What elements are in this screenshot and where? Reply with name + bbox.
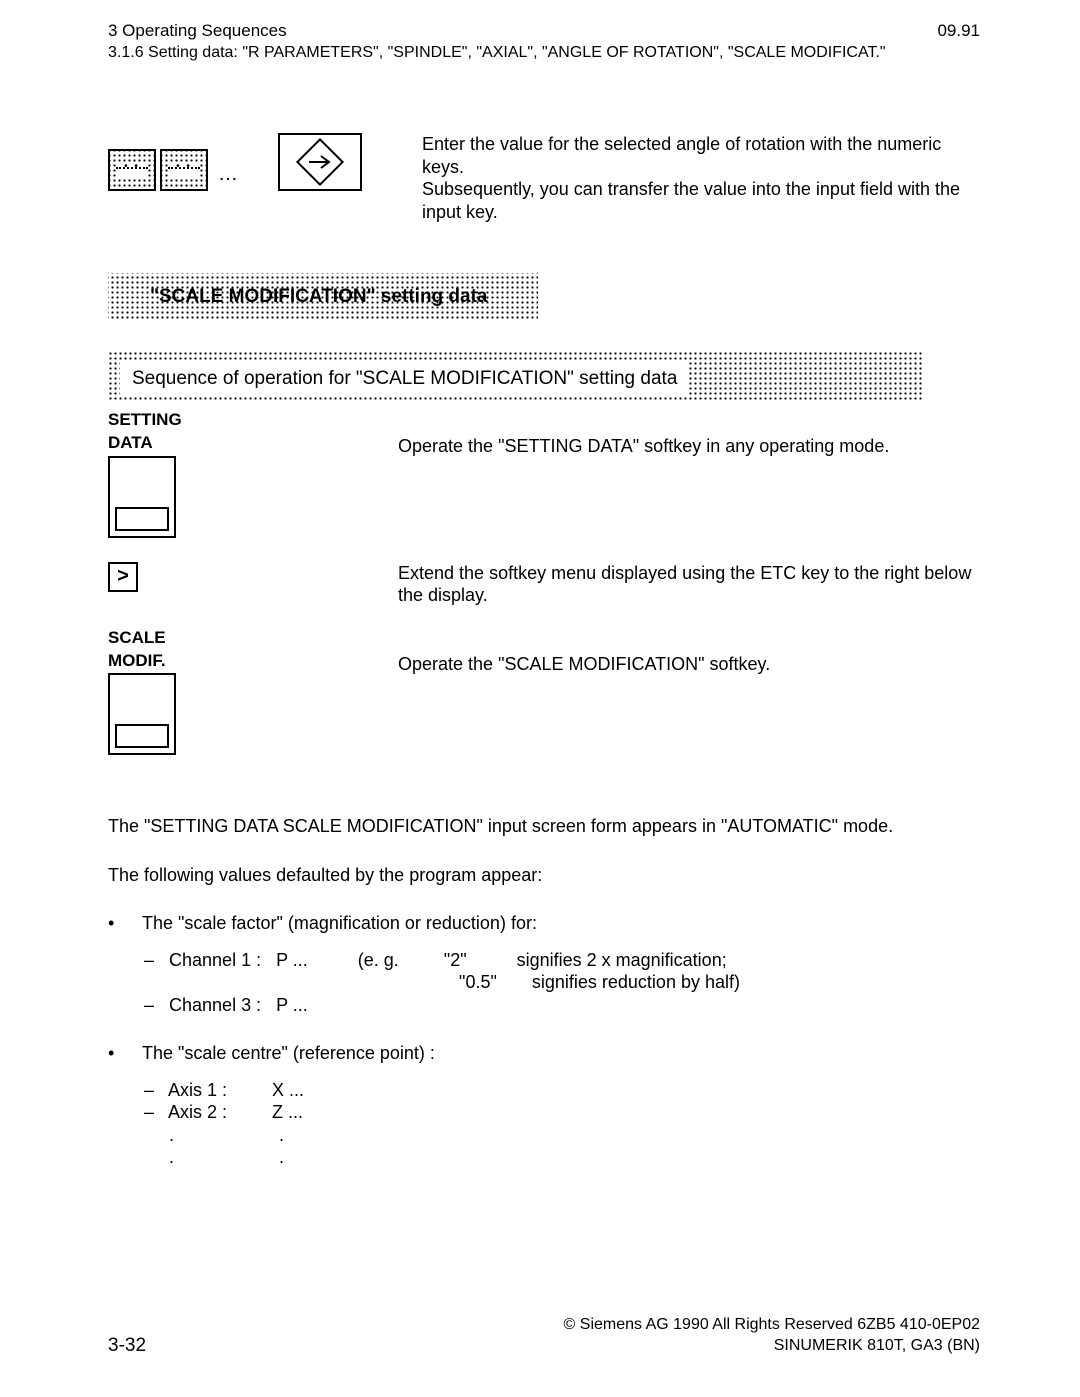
step-2: > Extend the softkey menu displayed usin… (108, 562, 980, 607)
list-item: – Axis 1 : X ... (144, 1079, 980, 1102)
etc-key-icon: > (108, 562, 138, 592)
bullet-2-text: The "scale centre" (reference point) : (142, 1042, 435, 1065)
bullet-2-sublist: – Axis 1 : X ... – Axis 2 : Z ... . . . … (108, 1079, 980, 1169)
step-3: SCALE MODIF. Operate the "SCALE MODIFICA… (108, 627, 980, 756)
page-container: 3 Operating Sequences 09.91 3.1.6 Settin… (0, 0, 1080, 1169)
product-id: SINUMERIK 810T, GA3 (BN) (564, 1335, 980, 1357)
bullet-1: • The "scale factor" (magnification or r… (108, 912, 980, 935)
numeric-key-icon: • • • (160, 149, 208, 191)
list-item: – Channel 1 : P ... (e. g. "2" signifies… (144, 949, 980, 972)
softkey-label-line1: SCALE (108, 627, 398, 648)
numeric-key-icon: • • • (108, 149, 156, 191)
bullet-marker: • (108, 912, 142, 935)
list-item: – Channel 3 : P ... (144, 994, 980, 1017)
page-footer: 3-32 © Siemens AG 1990 All Rights Reserv… (108, 1314, 980, 1357)
paragraph-2: The following values defaulted by the pr… (108, 864, 980, 887)
softkey-label-line2: MODIF. (108, 650, 398, 671)
key-group: • • • • • • … (108, 133, 362, 191)
header-date: 09.91 (937, 20, 980, 41)
section-banner: "SCALE MODIFICATION" setting data (108, 273, 538, 321)
bullet-1-sublist: – Channel 1 : P ... (e. g. "2" signifies… (108, 949, 980, 1017)
softkey-label-line2: DATA (108, 432, 398, 453)
input-key-icon (278, 133, 362, 191)
bullet-1-text: The "scale factor" (magnification or red… (142, 912, 537, 935)
sequence-title: Sequence of operation for "SCALE MODIFIC… (120, 361, 689, 397)
step-1: SETTING DATA Operate the "SETTING DATA" … (108, 409, 980, 538)
numeric-input-row: • • • • • • … Enter the value for the se… (108, 133, 980, 223)
sequence-heading: Sequence of operation for "SCALE MODIFIC… (108, 351, 980, 401)
etc-key-glyph: > (117, 564, 129, 589)
list-item: "0.5" signifies reduction by half) (144, 971, 980, 994)
step-1-text: Operate the "SETTING DATA" softkey in an… (398, 435, 889, 458)
list-item: . . (144, 1124, 980, 1147)
list-item: . . (144, 1146, 980, 1169)
list-item: – Axis 2 : Z ... (144, 1101, 980, 1124)
intro-line-2: Subsequently, you can transfer the value… (422, 178, 980, 223)
bullet-2: • The "scale centre" (reference point) : (108, 1042, 980, 1065)
chapter-title: 3 Operating Sequences (108, 20, 287, 41)
step-2-text: Extend the softkey menu displayed using … (398, 562, 980, 607)
intro-text: Enter the value for the selected angle o… (422, 133, 980, 223)
softkey-icon (108, 673, 176, 755)
softkey-icon (108, 456, 176, 538)
softkey-label-line1: SETTING (108, 409, 398, 430)
ellipsis: … (218, 162, 238, 187)
section-title: "SCALE MODIFICATION" setting data (150, 286, 488, 307)
intro-line-1: Enter the value for the selected angle o… (422, 133, 980, 178)
page-header: 3 Operating Sequences 09.91 (108, 20, 980, 41)
page-number: 3-32 (108, 1335, 146, 1357)
subsection-title: 3.1.6 Setting data: "R PARAMETERS", "SPI… (108, 43, 980, 63)
bullet-marker: • (108, 1042, 142, 1065)
copyright: © Siemens AG 1990 All Rights Reserved 6Z… (564, 1314, 980, 1336)
paragraph-1: The "SETTING DATA SCALE MODIFICATION" in… (108, 815, 980, 838)
step-3-text: Operate the "SCALE MODIFICATION" softkey… (398, 653, 770, 676)
